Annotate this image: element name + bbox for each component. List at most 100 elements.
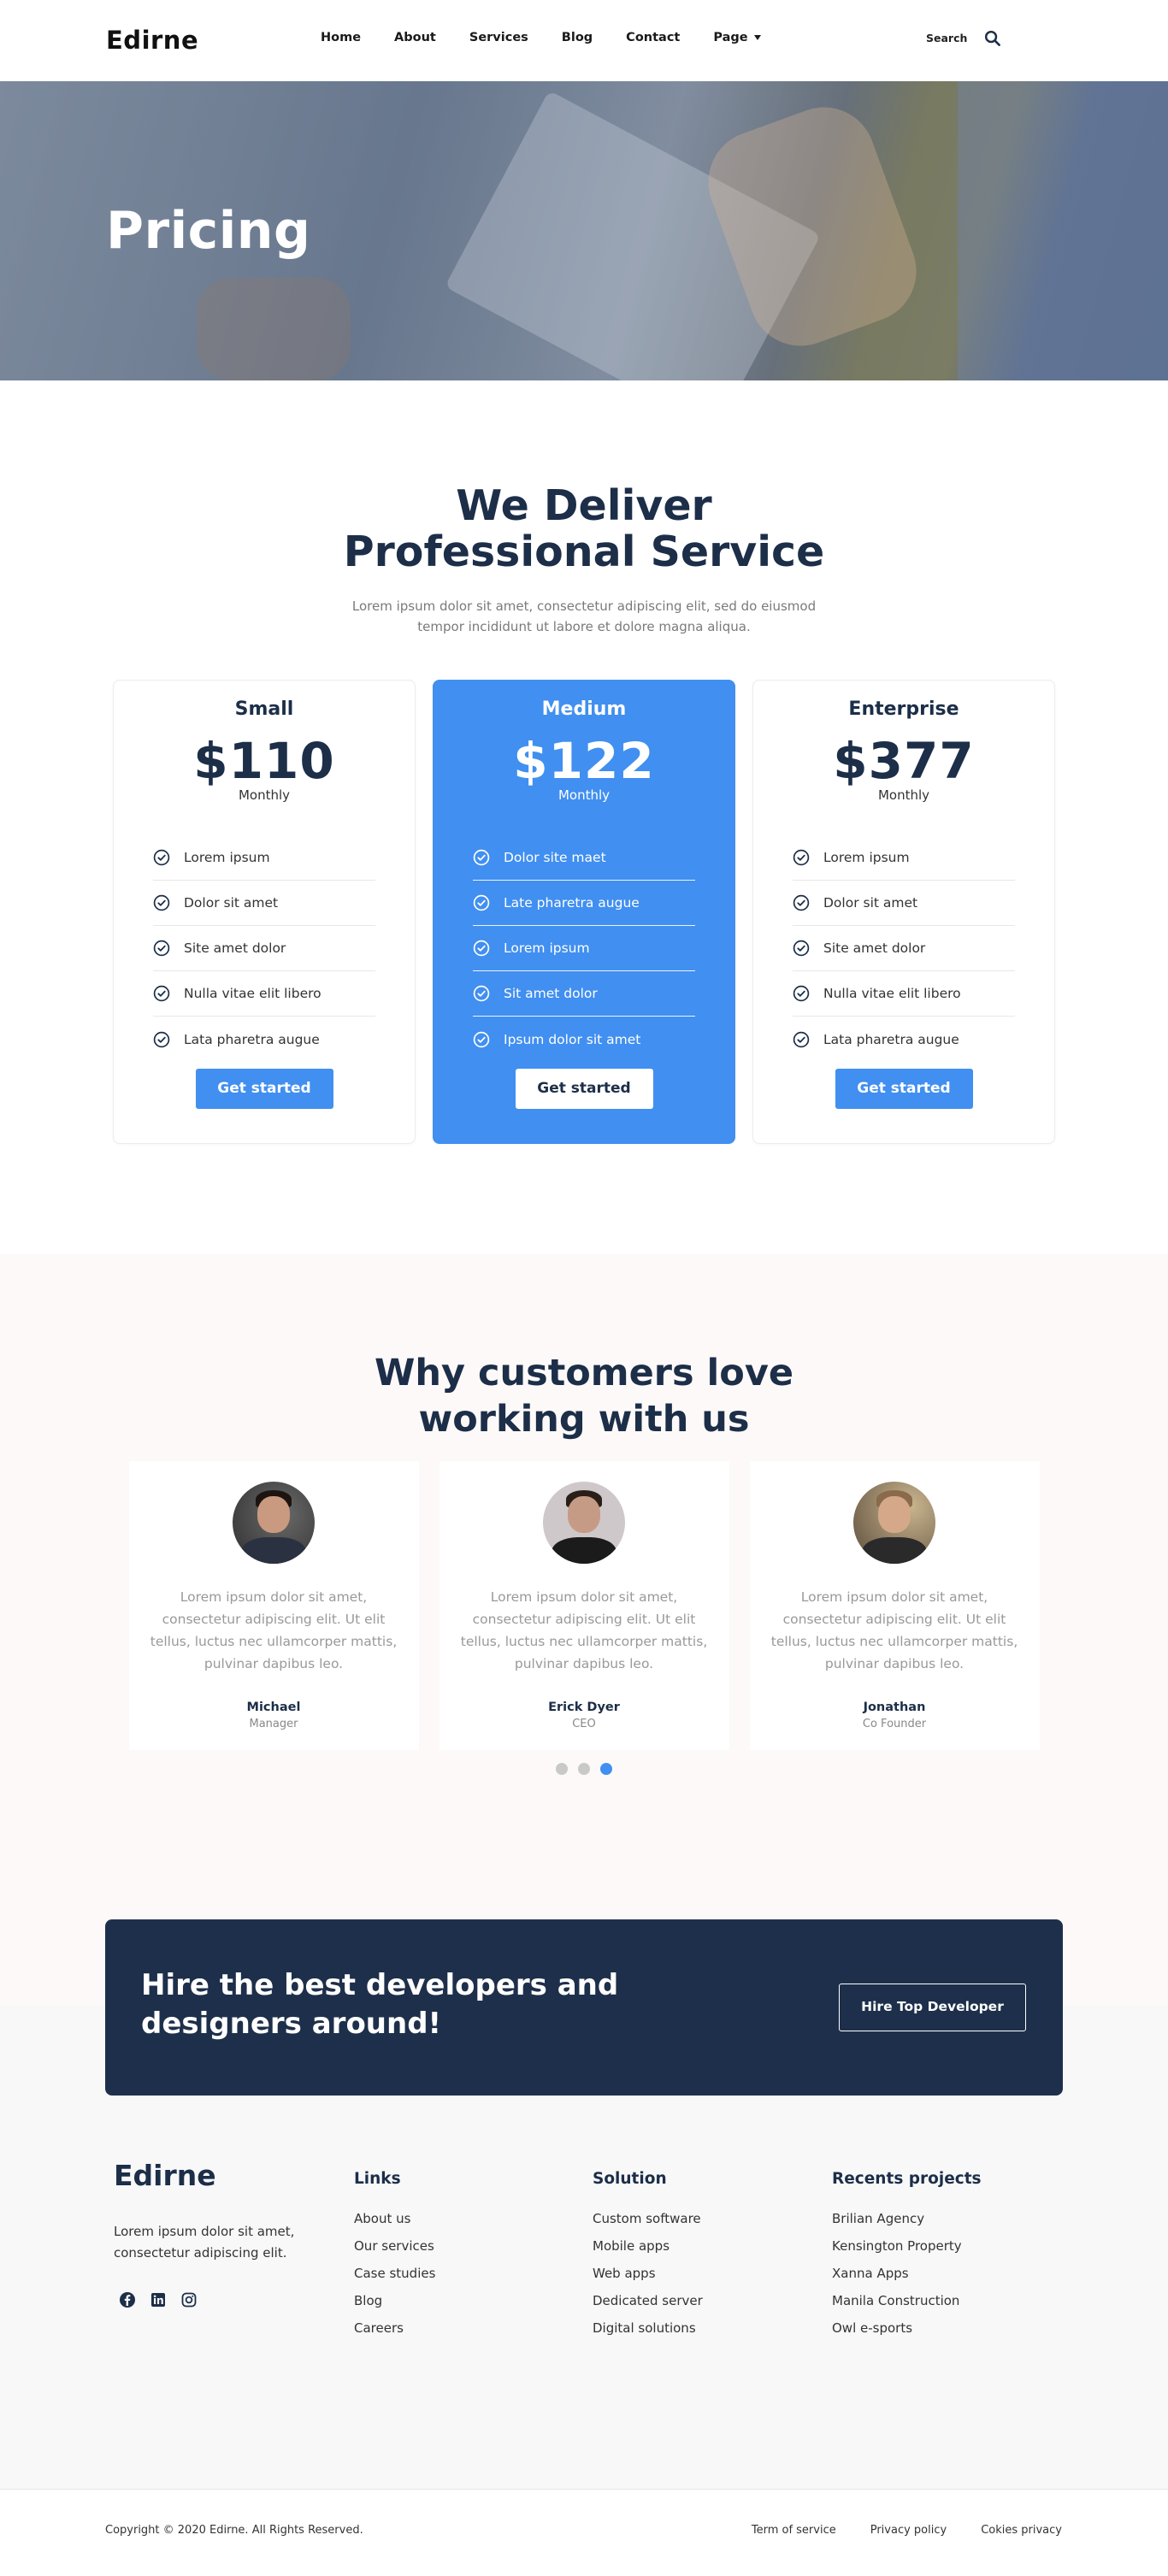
nav-services[interactable]: Services [469,31,528,44]
get-started-button[interactable]: Get started [195,1069,333,1109]
page-title: Pricing [106,201,311,261]
carousel-dot[interactable] [556,1763,568,1775]
nav-contact-label: Contact [626,31,681,44]
hero-bg-sleeve [958,81,1168,380]
footer-link[interactable]: Our services [354,2238,434,2254]
avatar [233,1482,315,1564]
nav-page-dropdown[interactable]: Page [713,31,761,44]
plan-feature: Nulla vitae elit libero [153,971,375,1017]
facebook-icon[interactable] [119,2291,136,2312]
terms-link[interactable]: Term of service [752,2524,836,2537]
testimonial-quote: Lorem ipsum dolor sit amet, consectetur … [770,1589,1018,1671]
cta-banner: Hire the best developers and designers a… [105,1919,1063,2096]
check-circle-icon [793,1031,810,1047]
testimonials-section: Why customers love working with us Lorem… [0,1254,1168,1919]
plan-feature-label: Late pharetra augue [504,895,640,911]
plan-feature: Site amet dolor [793,926,1015,971]
hire-developer-button[interactable]: Hire Top Developer [839,1984,1026,2031]
plan-feature: Dolor sit amet [793,881,1015,926]
footer-link[interactable]: Brilian Agency [832,2211,924,2226]
plan-period: Monthly [877,787,930,803]
pricing-subtitle: Lorem ipsum dolor sit amet, consectetur … [351,598,817,634]
instagram-icon[interactable] [180,2291,198,2312]
plan-features: Lorem ipsum Dolor sit amet Site amet dolor… [793,835,1015,1062]
testimonial-role: Manager [249,1718,298,1730]
footer-link[interactable]: Kensington Property [832,2238,962,2254]
plan-name: Medium [541,699,627,720]
testimonial-name: Jonathan [863,1701,926,1714]
footer-column-title: Solution [593,2170,667,2188]
footer-link[interactable]: Dedicated server [593,2293,703,2308]
linkedin-icon[interactable] [150,2291,167,2312]
plan-feature: Ipsum dolor sit amet [473,1017,695,1062]
site-header: Edirne Home About Services Blog Contact … [0,0,1168,81]
plan-feature: Sit amet dolor [473,971,695,1017]
testimonial-card: Lorem ipsum dolor sit amet, consectetur … [749,1461,1040,1750]
footer-link[interactable]: Manila Construction [832,2293,959,2308]
plan-period: Monthly [238,787,291,803]
plan-feature: Dolor sit amet [153,881,375,926]
nav-about[interactable]: About [394,31,436,44]
legal-links: Term of service Privacy policy Cokies pr… [752,2524,1062,2537]
plan-price: $110 [193,732,335,790]
testimonial-name: Michael [246,1701,301,1714]
avatar [543,1482,625,1564]
plan-feature-label: Nulla vitae elit libero [184,986,321,1001]
nav-about-label: About [394,31,436,44]
carousel-dot[interactable] [578,1763,590,1775]
testimonial-carousel: Lorem ipsum dolor sit amet, consectetur … [0,1461,1168,1750]
check-circle-icon [793,894,810,911]
hero-bg-desk [197,278,351,380]
nav-blog-label: Blog [561,31,593,44]
footer-link[interactable]: Web apps [593,2266,656,2281]
testimonial-quote: Lorem ipsum dolor sit amet, consectetur … [150,1589,398,1671]
get-started-button[interactable]: Get started [515,1069,653,1109]
footer-link[interactable]: Digital solutions [593,2320,696,2336]
pricing-plans: Small $110 Monthly Lorem ipsum Dolor sit ame… [0,680,1168,1144]
plan-card-medium: Medium $122 Monthly Dolor site maet Late pha… [433,680,735,1144]
site-logo[interactable]: Edirne [106,26,198,55]
check-circle-icon [153,894,170,911]
plan-feature: Lata pharetra augue [793,1017,1015,1062]
footer-link[interactable]: Case studies [354,2266,435,2281]
copyright-bar: Copyright © 2020 Edirne. All Rights Rese… [0,2489,1168,2576]
main-nav: Home About Services Blog Contact Page [321,31,794,44]
testimonial-name: Erick Dyer [548,1701,620,1714]
check-circle-icon [473,940,490,957]
footer-link[interactable]: Xanna Apps [832,2266,909,2281]
nav-services-label: Services [469,31,528,44]
footer-column-title: Links [354,2170,401,2188]
nav-home[interactable]: Home [321,31,361,44]
footer-link[interactable]: Owl e-sports [832,2320,912,2336]
testimonial-card: Lorem ipsum dolor sit amet, consectetur … [128,1461,419,1750]
privacy-link[interactable]: Privacy policy [870,2524,947,2537]
footer-logo[interactable]: Edirne [114,2159,216,2192]
nav-blog[interactable]: Blog [562,31,593,44]
plan-feature-label: Nulla vitae elit libero [823,986,961,1001]
footer-column-links: Links About us Our services Case studies… [354,2170,435,2342]
footer-column-solution: Solution Custom software Mobile apps Web… [593,2170,703,2342]
carousel-dot-active[interactable] [600,1763,612,1775]
footer-link[interactable]: Custom software [593,2211,701,2226]
cta-heading: Hire the best developers and designers a… [141,1968,619,2041]
plan-card-small: Small $110 Monthly Lorem ipsum Dolor sit ame… [113,680,416,1144]
check-circle-icon [473,985,490,1002]
search-icon[interactable] [984,30,1001,46]
footer-link[interactable]: About us [354,2211,410,2226]
nav-contact[interactable]: Contact [626,31,680,44]
plan-feature: Lorem ipsum [793,835,1015,881]
get-started-button[interactable]: Get started [835,1069,973,1109]
search-link[interactable]: Search [926,32,967,44]
plan-features: Dolor site maet Late pharetra augue Lorem … [473,835,695,1062]
footer-link[interactable]: Blog [354,2293,382,2308]
check-circle-icon [793,940,810,957]
plan-feature-label: Lata pharetra augue [184,1031,320,1047]
cookies-link[interactable]: Cokies privacy [981,2524,1062,2537]
plan-feature-label: Dolor site maet [504,850,606,865]
site-footer: Edirne Lorem ipsum dolor sit amet, conse… [0,2142,1168,2489]
check-circle-icon [793,849,810,866]
footer-link[interactable]: Careers [354,2320,404,2336]
copyright-text: Copyright © 2020 Edirne. All Rights Rese… [105,2524,363,2537]
footer-link[interactable]: Mobile apps [593,2238,670,2254]
plan-feature-label: Ipsum dolor sit amet [504,1031,641,1047]
